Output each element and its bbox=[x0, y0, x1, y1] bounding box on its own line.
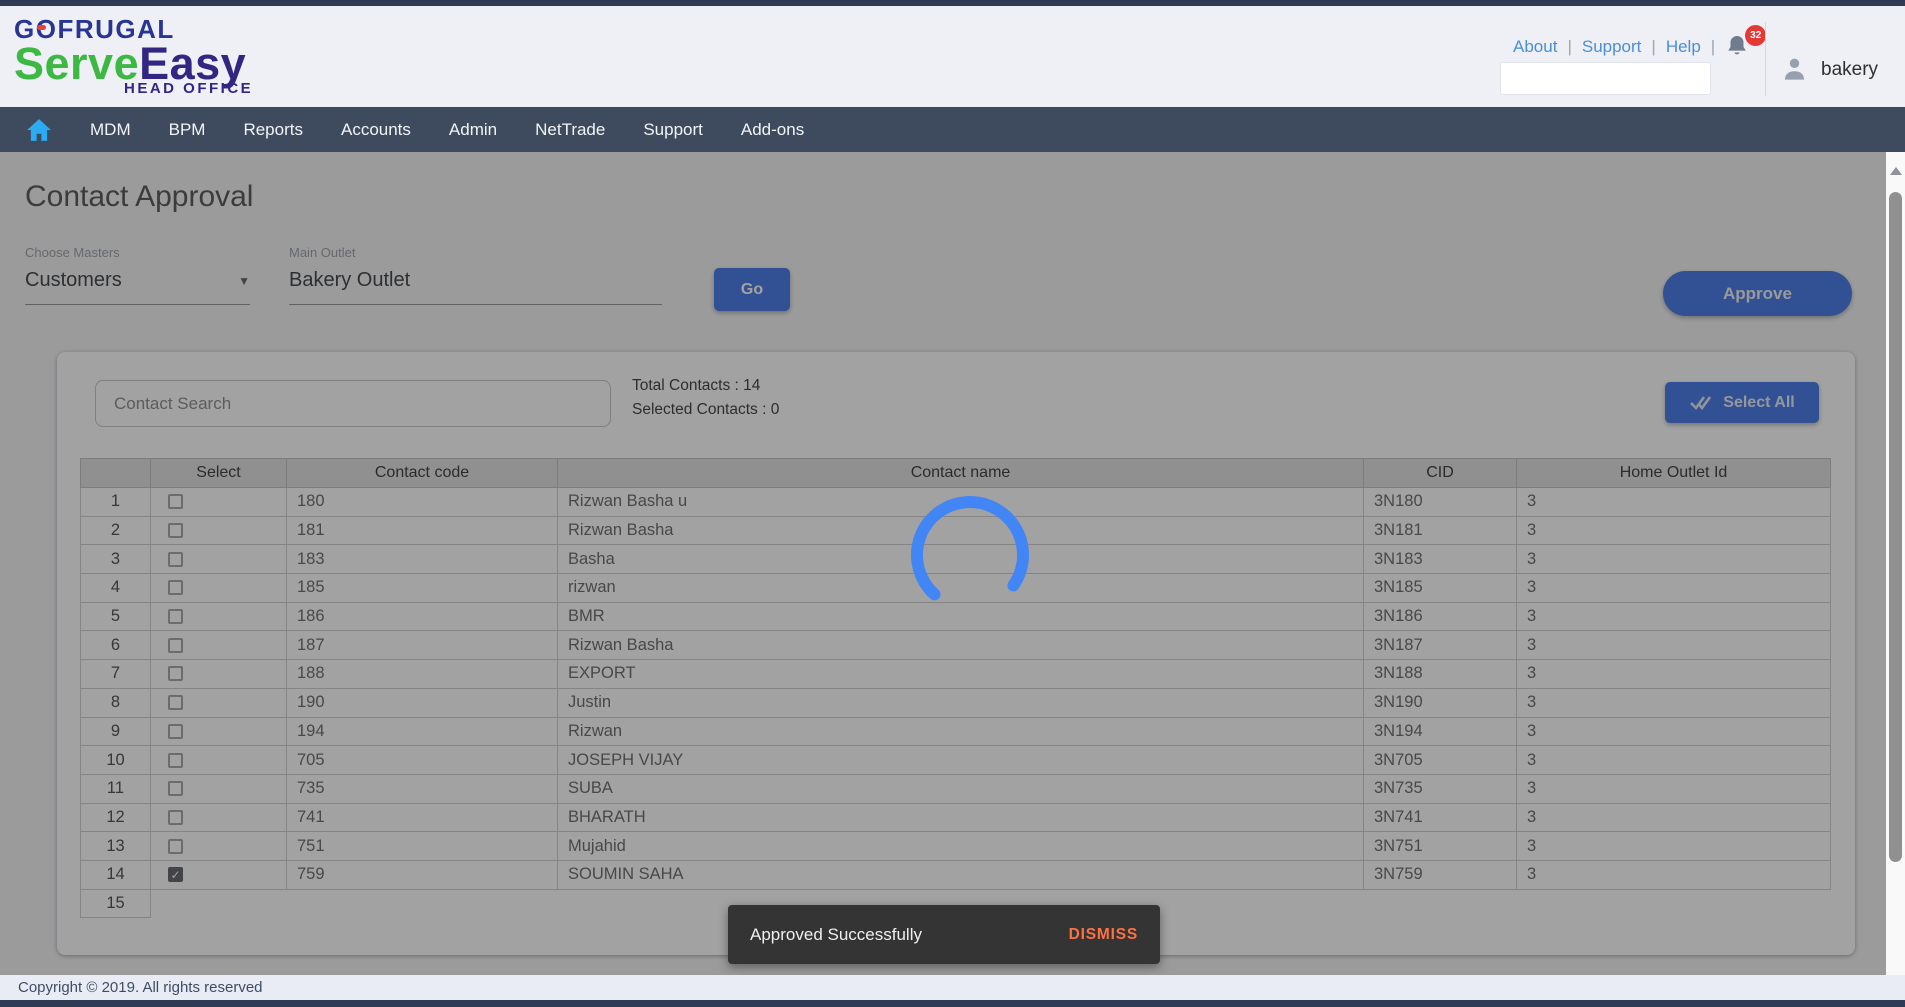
logo-g-accent bbox=[37, 25, 46, 30]
logo-head-office-text: HEAD OFFICE bbox=[124, 80, 254, 97]
home-icon bbox=[27, 118, 51, 141]
notifications-bell[interactable]: 32 bbox=[1725, 25, 1767, 60]
header-link-about[interactable]: About bbox=[1513, 37, 1557, 57]
home-nav-item[interactable] bbox=[26, 118, 52, 142]
nav-item-add-ons[interactable]: Add-ons bbox=[741, 120, 804, 140]
header-link-help[interactable]: Help bbox=[1666, 37, 1701, 57]
gofrugal-serveeasy-logo: GOFRUGAL ServeEasy HEAD OFFICE bbox=[14, 14, 253, 97]
link-separator: | bbox=[1651, 37, 1656, 56]
global-search-box bbox=[1500, 62, 1716, 95]
dismiss-button[interactable]: DISMISS bbox=[1069, 926, 1138, 944]
nav-item-bpm[interactable]: BPM bbox=[169, 120, 206, 140]
header-divider bbox=[1765, 22, 1766, 96]
link-separator: | bbox=[1710, 37, 1716, 56]
logo-gofrugal-text: GOFRUGAL bbox=[14, 14, 175, 44]
user-avatar-icon bbox=[1784, 58, 1805, 80]
nav-item-reports[interactable]: Reports bbox=[243, 120, 303, 140]
scrollbar-up-arrow-icon[interactable] bbox=[1889, 167, 1902, 175]
app-header: GOFRUGAL ServeEasy HEAD OFFICE About | Sup… bbox=[0, 6, 1905, 107]
link-separator: | bbox=[1567, 37, 1572, 56]
logo-serve-text: Serve bbox=[14, 38, 140, 89]
loading-spinner bbox=[911, 496, 1029, 614]
nav-item-accounts[interactable]: Accounts bbox=[341, 120, 411, 140]
nav-item-support[interactable]: Support bbox=[643, 120, 703, 140]
nav-item-mdm[interactable]: MDM bbox=[90, 120, 131, 140]
nav-item-nettrade[interactable]: NetTrade bbox=[535, 120, 605, 140]
notification-count-badge: 32 bbox=[1745, 25, 1767, 46]
scrollbar-thumb[interactable] bbox=[1889, 192, 1902, 862]
header-link-support[interactable]: Support bbox=[1582, 37, 1642, 57]
main-nav: MDM BPM Reports Accounts Admin NetTrade Suppor… bbox=[0, 107, 1905, 152]
copyright-text: Copyright © 2019. All rights reserved bbox=[18, 979, 263, 996]
nav-item-admin[interactable]: Admin bbox=[449, 120, 497, 140]
global-search-input[interactable] bbox=[1501, 63, 1716, 94]
header-links: About | Support | Help | 32 bbox=[1513, 25, 1767, 60]
footer: Copyright © 2019. All rights reserved bbox=[0, 975, 1905, 1000]
toast-message: Approved Successfully bbox=[750, 924, 922, 944]
bottom-chrome-strip bbox=[0, 1000, 1905, 1007]
vertical-scrollbar[interactable] bbox=[1886, 152, 1905, 975]
user-menu[interactable]: bakery bbox=[1781, 56, 1878, 83]
toast-snackbar: Approved Successfully DISMISS bbox=[728, 905, 1160, 964]
username-label: bakery bbox=[1821, 58, 1879, 80]
